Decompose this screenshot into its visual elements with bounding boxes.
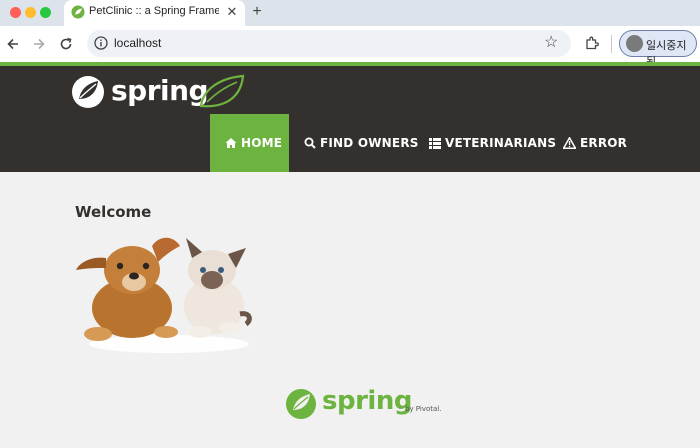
profile-button[interactable]: 일시중지됨 xyxy=(619,30,697,68)
pets-image xyxy=(76,237,252,353)
list-icon xyxy=(429,137,441,149)
search-icon xyxy=(304,137,316,149)
nav-home-label: HOME xyxy=(241,136,283,150)
spring-boot-leaf-icon xyxy=(199,74,245,108)
nav-error-label: ERROR xyxy=(580,136,628,150)
tab-close-icon[interactable]: ✕ xyxy=(224,3,240,21)
tab-strip: PetClinic :: a Spring Framewo ✕ + xyxy=(0,0,700,26)
forward-arrow-icon[interactable] xyxy=(32,37,46,51)
nav-home[interactable]: HOME xyxy=(210,114,289,172)
zoom-window-button[interactable] xyxy=(40,7,51,18)
back-arrow-icon[interactable] xyxy=(6,37,20,51)
footer-spring-logo: spring by Pivotal. xyxy=(285,386,445,422)
browser-tab[interactable]: PetClinic :: a Spring Framewo ✕ xyxy=(64,0,245,26)
spring-favicon-icon xyxy=(71,5,85,19)
spring-leaf-icon xyxy=(72,76,104,108)
url-text[interactable]: localhost xyxy=(114,36,161,50)
bookmark-star-icon[interactable]: ☆ xyxy=(544,34,558,52)
reload-icon[interactable] xyxy=(59,37,73,51)
nav-error[interactable]: ERROR xyxy=(563,114,627,172)
page-title: Welcome xyxy=(75,203,152,221)
extensions-puzzle-icon[interactable] xyxy=(584,36,599,51)
pivotal-byline: by Pivotal. xyxy=(405,405,442,413)
warning-icon xyxy=(563,137,576,149)
tab-title: PetClinic :: a Spring Framewo xyxy=(89,5,219,17)
footer-logo-text: spring xyxy=(322,386,412,416)
home-icon xyxy=(225,138,237,148)
navbar: spring HOME FIND OWNERS VETERINARIANS ER… xyxy=(0,66,700,172)
nav-veterinarians[interactable]: VETERINARIANS xyxy=(429,114,556,172)
footer-spring-leaf-icon xyxy=(286,389,316,419)
browser-toolbar: localhost ☆ 일시중지됨 xyxy=(0,26,700,68)
avatar xyxy=(626,35,643,52)
site-info-icon[interactable] xyxy=(94,36,108,50)
toolbar-divider xyxy=(611,35,612,53)
spring-logo-text: spring xyxy=(111,74,209,107)
spring-logo[interactable]: spring xyxy=(70,72,250,112)
nav-find-owners[interactable]: FIND OWNERS xyxy=(304,114,419,172)
minimize-window-button[interactable] xyxy=(25,7,36,18)
address-bar[interactable]: localhost ☆ xyxy=(87,30,571,57)
nav-veterinarians-label: VETERINARIANS xyxy=(445,136,557,150)
new-tab-button[interactable]: + xyxy=(249,2,265,22)
nav-find-owners-label: FIND OWNERS xyxy=(320,136,419,150)
close-window-button[interactable] xyxy=(10,7,21,18)
